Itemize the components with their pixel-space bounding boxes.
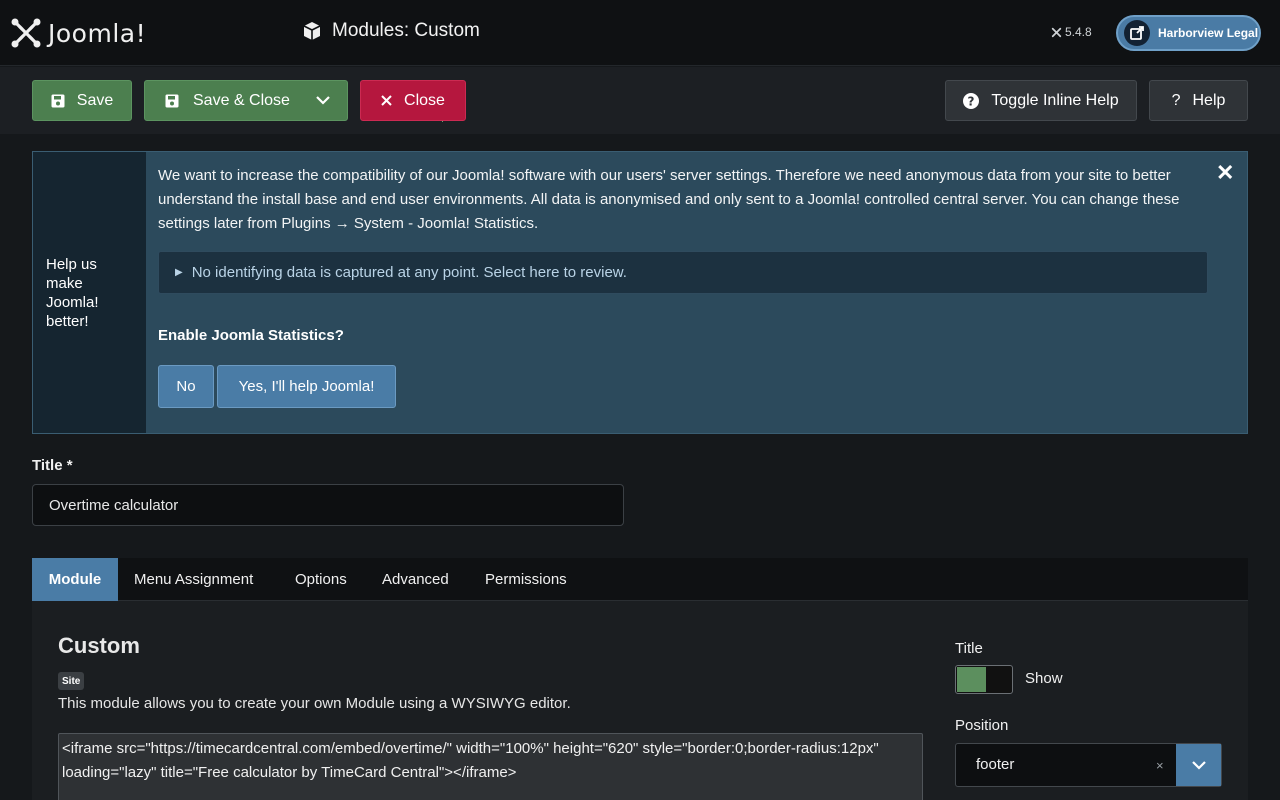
tab-permissions[interactable]: Permissions <box>485 558 567 601</box>
close-label: Close <box>404 91 445 109</box>
joomla-logo[interactable]: Joomla! <box>10 16 146 50</box>
view-site-button[interactable]: Harborview Legal <box>1116 15 1261 51</box>
save-dropdown-toggle[interactable] <box>299 81 347 120</box>
title-input[interactable] <box>32 484 624 526</box>
site-name: Harborview Legal <box>1158 26 1259 40</box>
position-select[interactable]: footer × <box>955 743 1222 787</box>
save-close-group: Save & Close <box>144 80 443 122</box>
site-badge: Site <box>58 672 85 690</box>
joomla-logo-icon <box>11 18 41 48</box>
title-show-toggle[interactable] <box>955 665 1013 694</box>
stats-details-toggle[interactable]: ▶ No identifying data is captured at any… <box>158 251 1208 294</box>
title-show-label: Title <box>955 640 983 657</box>
save-close-label: Save & Close <box>193 91 290 109</box>
toggle-help-label: Toggle Inline Help <box>991 91 1119 109</box>
tab-advanced[interactable]: Advanced <box>382 558 449 601</box>
question-circle-icon: ? <box>963 92 980 109</box>
title-show-state: Show <box>1025 670 1063 687</box>
toggle-inline-help-button[interactable]: ? Toggle Inline Help <box>945 80 1137 121</box>
tab-module[interactable]: Module <box>32 558 118 601</box>
help-label: Help <box>1192 91 1226 109</box>
dismiss-icon[interactable]: ✕ <box>1216 160 1234 186</box>
tab-options[interactable]: Options <box>295 558 347 601</box>
module-description: This module allows you to create your ow… <box>58 695 571 712</box>
chevron-down-icon <box>1191 760 1206 770</box>
stats-no-button[interactable]: No <box>158 365 214 408</box>
stats-side-label: Help us make Joomla! better! <box>46 255 99 330</box>
stats-message-text: We want to increase the compatibility of… <box>158 167 1180 232</box>
cube-icon <box>303 22 321 40</box>
page-title: Modules: Custom <box>302 20 480 42</box>
close-icon <box>381 95 392 106</box>
toggle-on-indicator <box>957 667 986 692</box>
position-value: footer <box>976 756 1015 773</box>
toolbar: Save Save & Close Close ? Toggle Inline <box>0 67 1280 134</box>
external-link-icon <box>1124 20 1150 46</box>
header: Joomla! Modules: Custom 5.4.8 Harborview… <box>0 0 1280 66</box>
disclosure-triangle-icon: ▶ <box>175 267 183 278</box>
statistics-message: Help us make Joomla! better! We want to … <box>32 151 1248 434</box>
joomla-small-icon <box>1051 27 1062 37</box>
floppy-disk-icon <box>165 94 179 107</box>
tab-bar: Module Menu Assignment Options Advanced … <box>32 558 1248 601</box>
save-button[interactable]: Save <box>32 80 132 121</box>
stats-details-text: No identifying data is captured at any p… <box>191 264 627 281</box>
chevron-down-icon <box>316 96 330 105</box>
save-close-button[interactable]: Save & Close <box>165 92 290 110</box>
save-label: Save <box>76 91 114 109</box>
position-dropdown-toggle[interactable] <box>1176 744 1221 786</box>
logo-text: Joomla! <box>48 18 147 48</box>
page-title-text: Modules: Custom <box>332 20 480 41</box>
svg-text:?: ? <box>968 94 975 108</box>
position-label: Position <box>955 717 1009 734</box>
question-mark-icon: ? <box>1171 91 1181 109</box>
stats-side-panel: Help us make Joomla! better! <box>33 152 146 433</box>
module-panel: Custom Site This module allows you to cr… <box>32 601 1248 800</box>
stats-question: Enable Joomla Statistics? <box>158 327 344 344</box>
title-label: Title * <box>32 457 73 474</box>
tab-menu-assignment[interactable]: Menu Assignment <box>134 558 253 601</box>
version-text: 5.4.8 <box>1065 25 1092 39</box>
stats-yes-button[interactable]: Yes, I'll help Joomla! <box>217 365 396 408</box>
help-button[interactable]: ? Help <box>1149 80 1248 121</box>
close-button[interactable]: Close <box>360 80 466 121</box>
content-editor[interactable]: <iframe src="https://timecardcentral.com… <box>58 733 923 800</box>
clear-icon[interactable]: × <box>1156 758 1164 773</box>
version-info: 5.4.8 <box>1051 25 1092 39</box>
floppy-disk-icon <box>51 94 65 107</box>
module-heading: Custom <box>58 633 140 658</box>
